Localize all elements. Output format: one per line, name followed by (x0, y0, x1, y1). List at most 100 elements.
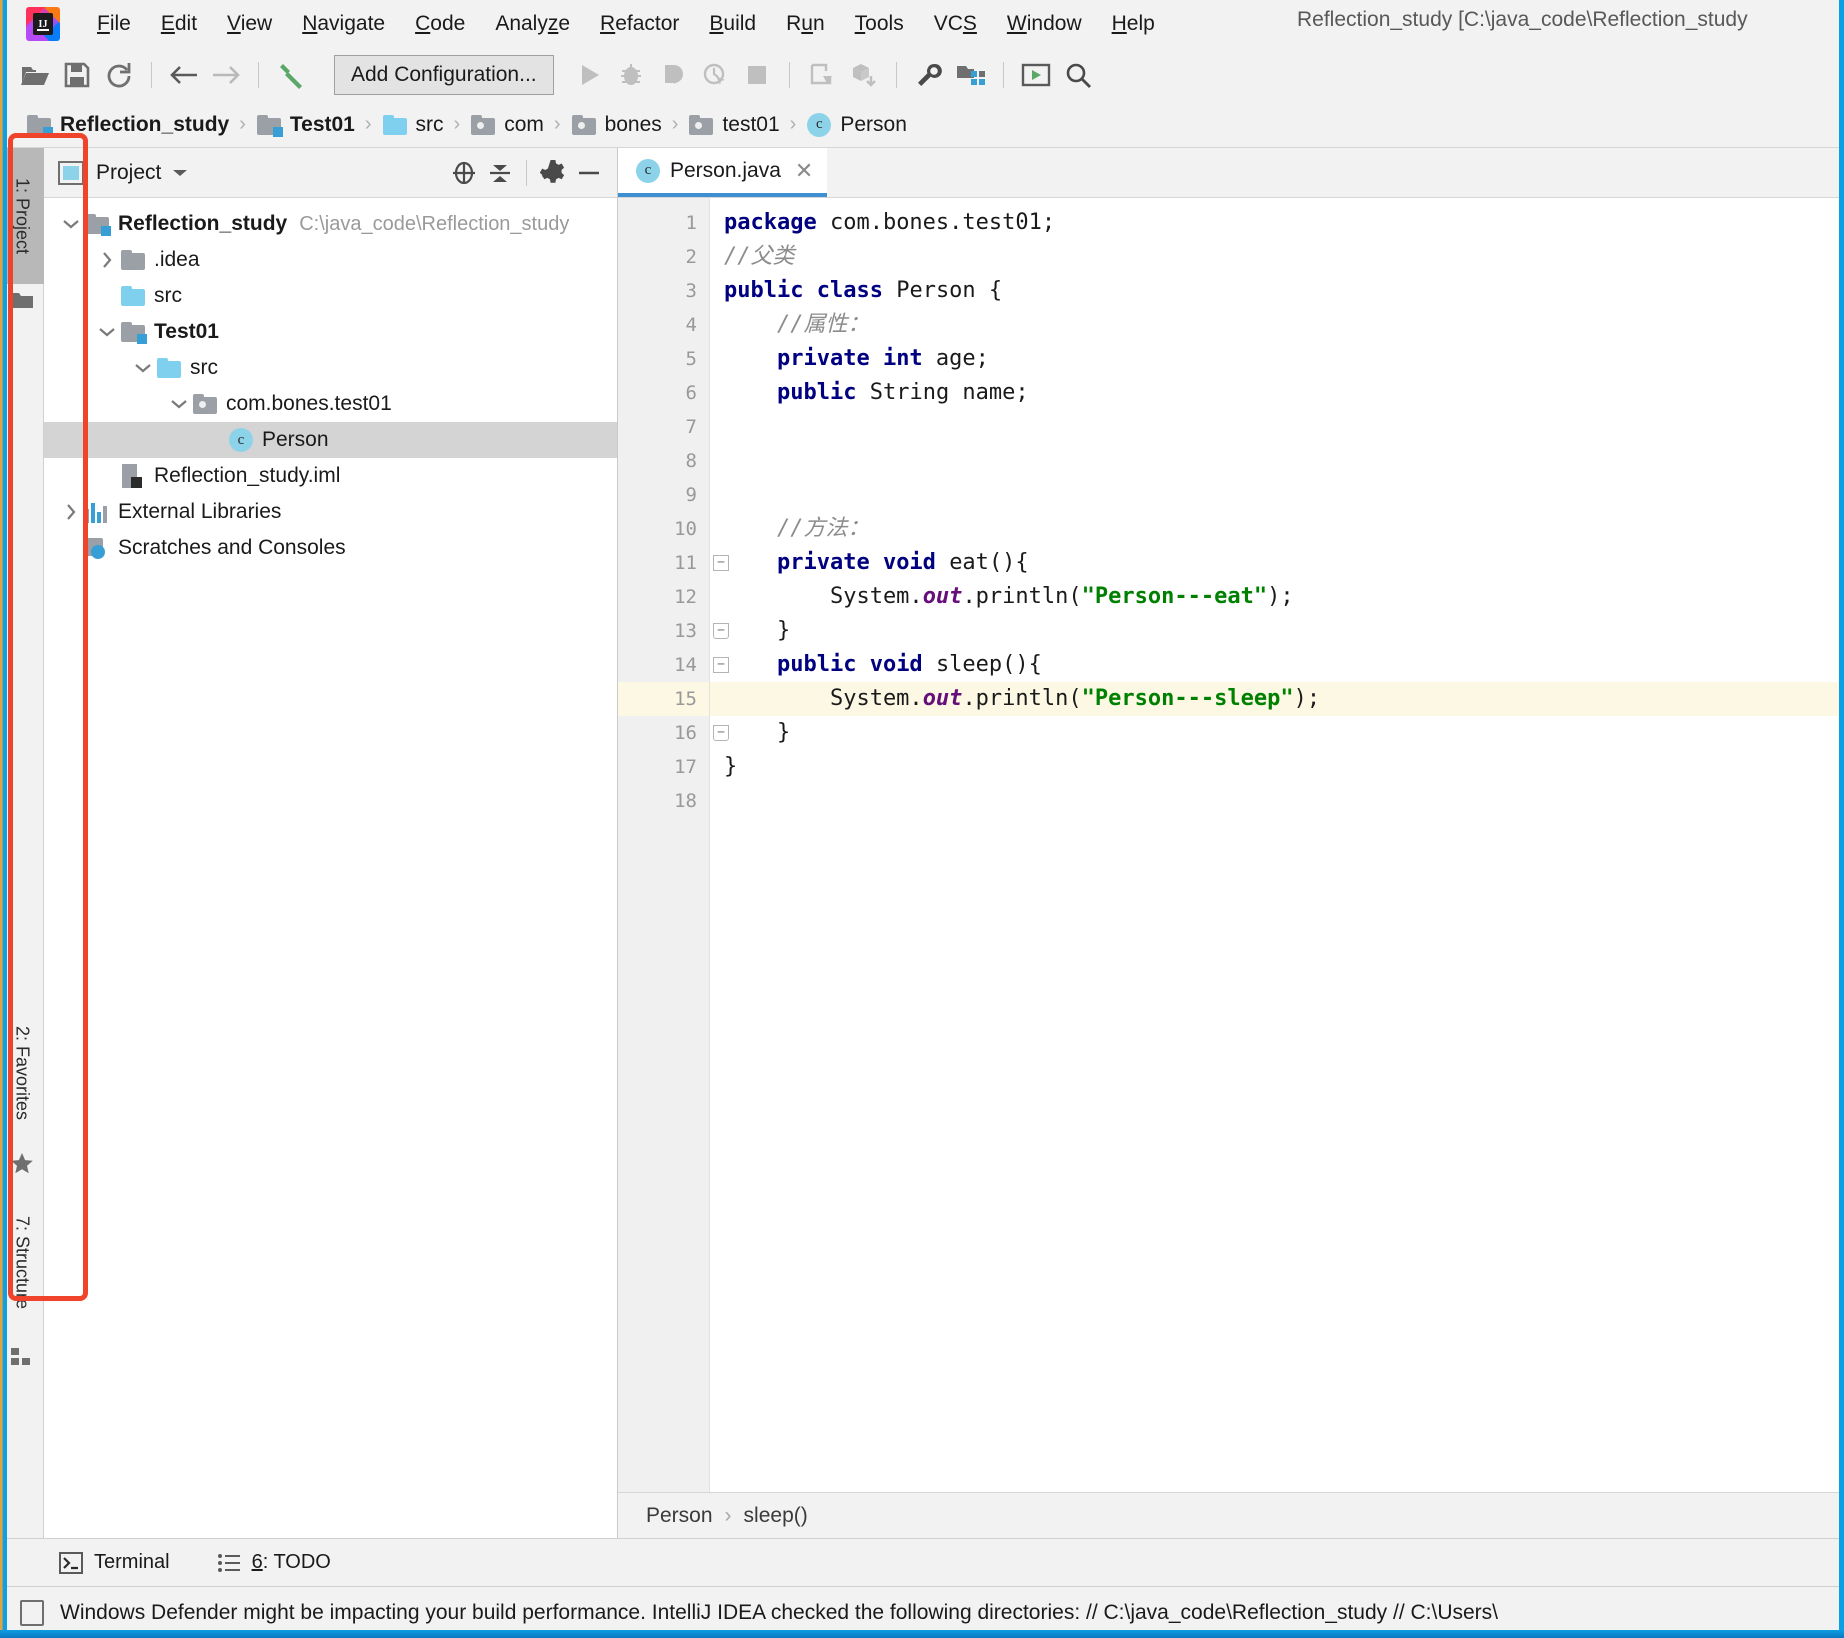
code-line[interactable]: public class Person { (710, 274, 1844, 308)
tree-item-com-bones-test01[interactable]: com.bones.test01 (44, 386, 617, 422)
tree-item-src[interactable]: src (44, 278, 617, 314)
status-item-todo[interactable]: 6: TODO (216, 1551, 331, 1575)
hammer-icon[interactable] (270, 55, 312, 95)
code-line[interactable]: //父类 (710, 240, 1844, 274)
breadcrumb-src[interactable]: src (382, 112, 444, 138)
line-number[interactable]: 17 (618, 750, 709, 784)
open-folder-icon[interactable] (14, 55, 56, 95)
menu-item-file[interactable]: File (82, 8, 146, 40)
line-number[interactable]: 11− (618, 546, 709, 580)
forward-arrow-icon[interactable] (205, 55, 247, 95)
debug-icon[interactable] (610, 55, 652, 95)
menu-item-build[interactable]: Build (694, 8, 771, 40)
breadcrumb-test01[interactable]: test01 (688, 112, 779, 138)
menu-item-help[interactable]: Help (1097, 8, 1170, 40)
tree-item-reflection-study[interactable]: Reflection_studyC:\java_code\Reflection_… (44, 206, 617, 242)
chevron-down-icon[interactable] (130, 355, 156, 381)
collapse-all-icon[interactable] (482, 155, 518, 191)
breadcrumb-reflection-study[interactable]: Reflection_study (26, 112, 229, 138)
menu-item-code[interactable]: Code (400, 8, 480, 40)
sync-icon[interactable] (98, 55, 140, 95)
code-line[interactable] (710, 410, 1844, 444)
menu-item-edit[interactable]: Edit (146, 8, 212, 40)
line-number[interactable]: 10 (618, 512, 709, 546)
tree-item-scratches-and-consoles[interactable]: Scratches and Consoles (44, 530, 617, 566)
commit-icon[interactable] (843, 55, 885, 95)
code-line[interactable]: public String name; (710, 376, 1844, 410)
gear-icon[interactable] (535, 155, 571, 191)
chevron-down-icon[interactable] (166, 391, 192, 417)
breadcrumb-bones[interactable]: bones (571, 112, 662, 138)
menu-item-refactor[interactable]: Refactor (585, 8, 694, 40)
line-number[interactable]: 18 (618, 784, 709, 818)
line-number[interactable]: 13− (618, 614, 709, 648)
code-content[interactable]: package com.bones.test01;//父类public clas… (710, 198, 1844, 1492)
chevron-down-icon[interactable] (94, 319, 120, 345)
line-number[interactable]: 8 (618, 444, 709, 478)
stop-icon[interactable] (736, 55, 778, 95)
tree-item-person[interactable]: cPerson (44, 422, 617, 458)
update-project-icon[interactable] (801, 55, 843, 95)
breadcrumb-test01[interactable]: Test01 (256, 112, 355, 138)
line-number[interactable]: 12 (618, 580, 709, 614)
back-arrow-icon[interactable] (163, 55, 205, 95)
code-line[interactable]: package com.bones.test01; (710, 206, 1844, 240)
chevron-down-icon[interactable] (58, 211, 84, 237)
close-icon[interactable]: ✕ (795, 158, 813, 184)
line-number[interactable]: 2 (618, 240, 709, 274)
search-icon[interactable] (1057, 55, 1099, 95)
hide-icon[interactable] (571, 155, 607, 191)
line-number[interactable]: 14− (618, 648, 709, 682)
menu-item-tools[interactable]: Tools (840, 8, 919, 40)
code-line[interactable]: //方法： (710, 512, 1844, 546)
tree-item-external-libraries[interactable]: External Libraries (44, 494, 617, 530)
code-line[interactable] (710, 784, 1844, 818)
breadcrumb-member[interactable]: sleep() (744, 1504, 808, 1528)
code-line[interactable]: //属性： (710, 308, 1844, 342)
code-line[interactable] (710, 478, 1844, 512)
menu-item-vcs[interactable]: VCS (919, 8, 992, 40)
menu-item-view[interactable]: View (212, 8, 287, 40)
project-structure-icon[interactable] (950, 55, 992, 95)
code-line[interactable]: private int age; (710, 342, 1844, 376)
code-line[interactable]: System.out.println("Person---eat"); (710, 580, 1844, 614)
chevron-down-icon[interactable] (171, 167, 189, 179)
run-configuration-selector[interactable]: Add Configuration... (334, 55, 554, 95)
tree-item--idea[interactable]: .idea (44, 242, 617, 278)
menu-item-navigate[interactable]: Navigate (287, 8, 400, 40)
code-line[interactable] (710, 444, 1844, 478)
line-number[interactable]: 1 (618, 206, 709, 240)
code-line[interactable]: System.out.println("Person---sleep"); (710, 682, 1844, 716)
menu-item-window[interactable]: Window (992, 8, 1097, 40)
run-icon[interactable] (568, 55, 610, 95)
breadcrumb-class[interactable]: Person (646, 1504, 713, 1528)
line-number[interactable]: 7 (618, 410, 709, 444)
code-line[interactable]: } (710, 750, 1844, 784)
run-with-coverage-icon[interactable] (652, 55, 694, 95)
breadcrumb-person[interactable]: cPerson (806, 112, 907, 138)
code-line[interactable]: public void sleep(){ (710, 648, 1844, 682)
code-line[interactable]: } (710, 614, 1844, 648)
profile-icon[interactable] (694, 55, 736, 95)
line-number[interactable]: 4 (618, 308, 709, 342)
tree-item-reflection-study-iml[interactable]: Reflection_study.iml (44, 458, 617, 494)
tree-item-test01[interactable]: Test01 (44, 314, 617, 350)
status-item-terminal[interactable]: Terminal (58, 1551, 170, 1575)
line-number[interactable]: 5 (618, 342, 709, 376)
chevron-right-icon[interactable] (58, 499, 84, 525)
breadcrumb-com[interactable]: com (470, 112, 544, 138)
wrench-icon[interactable] (908, 55, 950, 95)
line-number[interactable]: 15 (618, 682, 709, 716)
run-anything-icon[interactable] (1015, 55, 1057, 95)
line-number[interactable]: 6 (618, 376, 709, 410)
line-number[interactable]: 3 (618, 274, 709, 308)
code-line[interactable]: } (710, 716, 1844, 750)
line-number[interactable]: 16− (618, 716, 709, 750)
menu-item-analyze[interactable]: Analyze (480, 8, 585, 40)
scroll-from-source-icon[interactable] (446, 155, 482, 191)
code-line[interactable]: private void eat(){ (710, 546, 1844, 580)
menu-item-run[interactable]: Run (771, 8, 840, 40)
chevron-right-icon[interactable] (94, 247, 120, 273)
tree-item-src[interactable]: src (44, 350, 617, 386)
project-tree[interactable]: Reflection_studyC:\java_code\Reflection_… (44, 198, 617, 1538)
